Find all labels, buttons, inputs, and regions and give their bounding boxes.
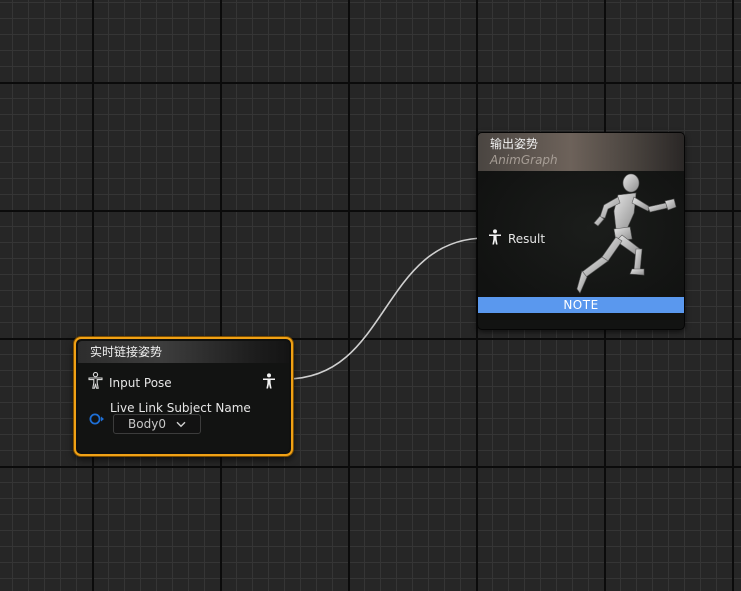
pose-wire[interactable] [285, 237, 487, 380]
live-link-pose-node[interactable]: 实时链接姿势 Input Pose Live Link Subject Name… [74, 337, 293, 456]
output-pose-pin-icon[interactable] [262, 373, 276, 393]
subject-name-dropdown[interactable]: Body0 [113, 414, 201, 434]
result-pin-label: Result [508, 232, 546, 246]
output-pose-title: 输出姿势 [490, 137, 539, 151]
pose-icon[interactable] [488, 229, 502, 249]
pose-icon[interactable] [88, 371, 103, 393]
result-pin[interactable]: Result [488, 229, 545, 249]
graph-canvas[interactable]: 输出姿势 AnimGraph Result NOTE 实时链接姿势 Input … [0, 0, 741, 591]
output-pose-header[interactable]: 输出姿势 AnimGraph [478, 133, 684, 171]
subject-name-row: Live Link Subject Name [110, 401, 251, 415]
input-pose-label: Input Pose [109, 375, 172, 390]
output-pose-body: Result NOTE [478, 171, 684, 313]
output-pose-subtitle: AnimGraph [490, 153, 558, 167]
name-pin-icon[interactable] [89, 410, 105, 429]
live-link-pose-title[interactable]: 实时链接姿势 [78, 341, 289, 363]
chevron-down-icon [176, 421, 186, 428]
subject-name-label: Live Link Subject Name [110, 401, 251, 415]
input-pose-pin[interactable]: Input Pose [88, 371, 172, 393]
live-link-pose-inner: 实时链接姿势 Input Pose Live Link Subject Name… [78, 341, 289, 452]
note-bar[interactable]: NOTE [478, 297, 684, 313]
output-pose-node[interactable]: 输出姿势 AnimGraph Result NOTE [477, 132, 685, 330]
mannequin-preview [576, 173, 677, 294]
subject-name-value: Body0 [128, 417, 166, 431]
